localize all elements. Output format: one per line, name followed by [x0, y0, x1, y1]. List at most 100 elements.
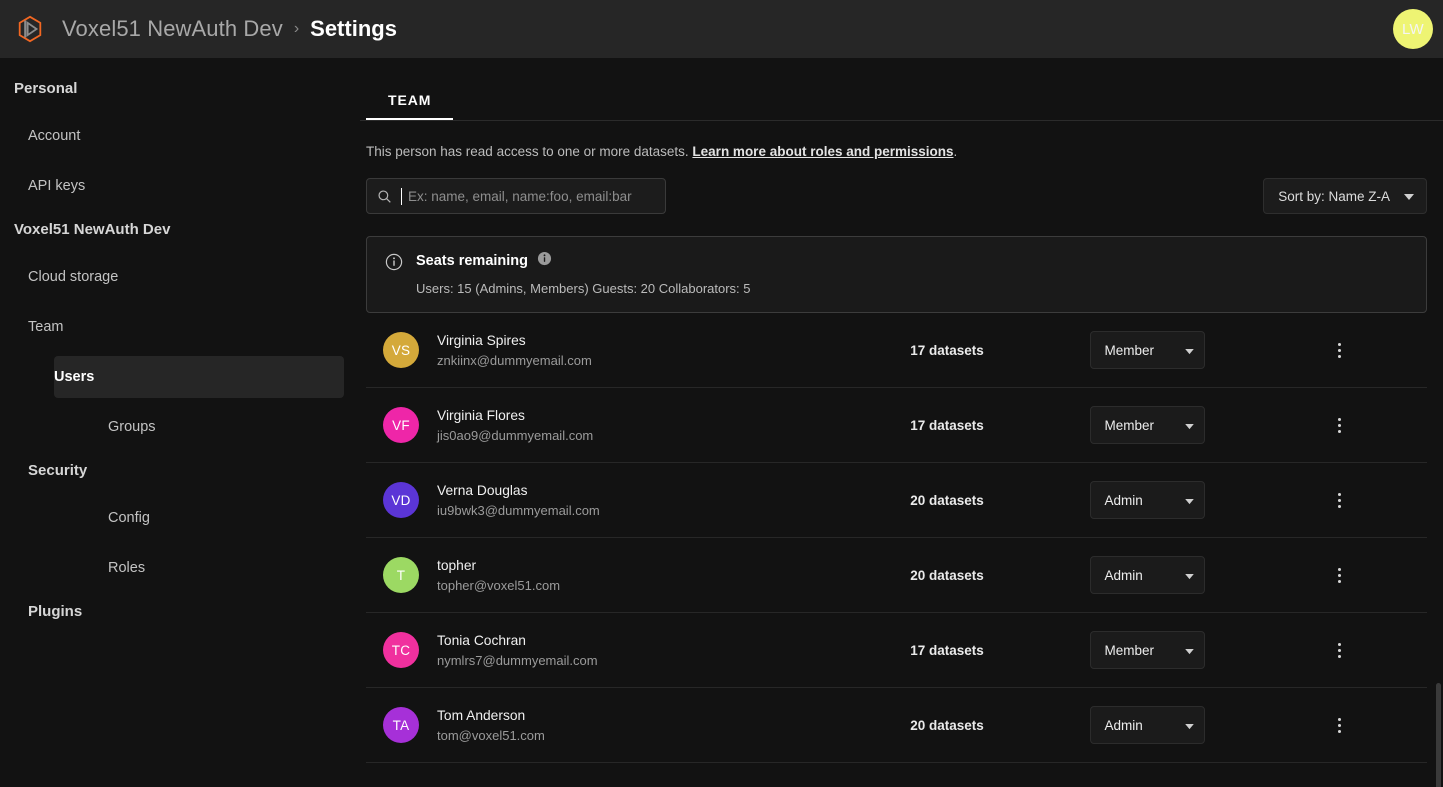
avatar: VF — [383, 407, 419, 443]
role-dropdown[interactable]: Admin — [1089, 706, 1205, 744]
table-row[interactable]: T topher topher@voxel51.com 20 datasets … — [366, 538, 1427, 613]
voxel51-logo-icon[interactable] — [14, 13, 46, 45]
sidebar-item-team[interactable]: Team — [0, 306, 344, 348]
page-description: This person has read access to one or mo… — [360, 121, 1443, 159]
tab-bar: TEAM — [360, 84, 1443, 120]
user-email: jis0ao9@dummyemail.com — [437, 427, 594, 443]
info-filled-icon[interactable] — [537, 251, 552, 270]
user-datasets-count: 20 datasets — [910, 492, 984, 508]
roles-permissions-link[interactable]: Learn more about roles and permissions — [692, 144, 953, 159]
sidebar-section-security: Security — [28, 462, 88, 479]
kebab-menu-icon[interactable] — [1330, 640, 1350, 660]
sidebar-item-label: Account — [28, 128, 81, 144]
user-name: Tom Anderson — [437, 707, 526, 723]
user-email: tom@voxel51.com — [437, 727, 545, 743]
user-datasets-count: 20 datasets — [910, 567, 984, 583]
sidebar-item-roles[interactable]: Roles — [54, 547, 344, 589]
role-dropdown[interactable]: Member — [1089, 331, 1205, 369]
tab-label: TEAM — [388, 92, 432, 108]
user-name: topher — [437, 557, 477, 573]
search-input[interactable]: Ex: name, email, name:foo, email:bar — [366, 178, 666, 214]
user-datasets-count: 20 datasets — [910, 717, 984, 733]
row-menu-cell — [1252, 640, 1427, 660]
sidebar-section-personal: Personal — [14, 80, 78, 97]
user-name: Virginia Flores — [437, 407, 525, 423]
avatar: TC — [383, 632, 419, 668]
user-name: Tonia Cochran — [437, 632, 526, 648]
table-row[interactable]: VF Virginia Flores jis0ao9@dummyemail.co… — [366, 388, 1427, 463]
kebab-menu-icon[interactable] — [1330, 415, 1350, 435]
avatar: TA — [383, 707, 419, 743]
avatar: VD — [383, 482, 419, 518]
user-list: VS Virginia Spires znkiinx@dummyemail.co… — [366, 313, 1427, 763]
sidebar-section-org: Voxel51 NewAuth Dev — [14, 221, 171, 238]
sidebar-item-cloud-storage[interactable]: Cloud storage — [0, 256, 344, 298]
table-row[interactable]: VD Verna Douglas iu9bwk3@dummyemail.com … — [366, 463, 1427, 538]
row-menu-cell — [1252, 415, 1427, 435]
role-cell: Member — [1042, 331, 1252, 369]
user-email: nymlrs7@dummyemail.com — [437, 652, 598, 668]
sidebar-item-label: Team — [28, 319, 64, 335]
table-row[interactable]: TC Tonia Cochran nymlrs7@dummyemail.com … — [366, 613, 1427, 688]
role-dropdown[interactable]: Admin — [1089, 481, 1205, 519]
role-label: Member — [1104, 342, 1155, 358]
user-meta: Verna Douglas iu9bwk3@dummyemail.com — [437, 483, 852, 518]
user-datasets-count: 17 datasets — [910, 642, 984, 658]
tab-team[interactable]: TEAM — [366, 84, 454, 120]
kebab-menu-icon[interactable] — [1330, 340, 1350, 360]
avatar: T — [383, 557, 419, 593]
user-datasets-count: 17 datasets — [910, 342, 984, 358]
description-suffix: . — [953, 144, 958, 159]
app-body: Personal Account API keys Voxel51 NewAut… — [0, 58, 1443, 787]
sidebar-section-plugins[interactable]: Plugins — [0, 603, 360, 620]
chevron-down-icon — [1184, 418, 1194, 433]
sidebar-item-config[interactable]: Config — [54, 497, 344, 539]
table-row[interactable]: TA Tom Anderson tom@voxel51.com 20 datas… — [366, 688, 1427, 763]
chevron-down-icon — [1184, 643, 1194, 658]
row-menu-cell — [1252, 340, 1427, 360]
role-cell: Admin — [1042, 556, 1252, 594]
role-cell: Admin — [1042, 706, 1252, 744]
role-dropdown[interactable]: Admin — [1089, 556, 1205, 594]
sidebar-item-label: Cloud storage — [28, 269, 119, 285]
row-menu-cell — [1252, 715, 1427, 735]
sidebar-item-label: Config — [108, 510, 150, 526]
role-dropdown[interactable]: Member — [1089, 406, 1205, 444]
page-title: Settings — [310, 16, 397, 41]
role-label: Admin — [1104, 567, 1143, 583]
chevron-down-icon — [1184, 493, 1194, 508]
sidebar-item-groups[interactable]: Groups — [54, 406, 344, 448]
seats-remaining-banner: Seats remaining Users: 15 (Admins, Membe… — [366, 236, 1427, 313]
seats-title-row: Seats remaining — [416, 251, 1408, 270]
table-row[interactable]: VS Virginia Spires znkiinx@dummyemail.co… — [366, 313, 1427, 388]
sidebar-item-label: Users — [54, 369, 95, 385]
user-name: Virginia Spires — [437, 332, 526, 348]
vertical-scrollbar[interactable] — [1436, 683, 1441, 787]
breadcrumb: Voxel51 NewAuth Dev › Settings — [62, 16, 397, 42]
sidebar-item-label: API keys — [28, 178, 86, 194]
sort-dropdown[interactable]: Sort by: Name Z-A — [1263, 178, 1427, 214]
app-header: Voxel51 NewAuth Dev › Settings LW — [0, 0, 1443, 58]
breadcrumb-org[interactable]: Voxel51 NewAuth Dev — [62, 16, 283, 42]
row-menu-cell — [1252, 565, 1427, 585]
kebab-menu-icon[interactable] — [1330, 565, 1350, 585]
user-email: iu9bwk3@dummyemail.com — [437, 502, 600, 518]
role-cell: Member — [1042, 631, 1252, 669]
sidebar-item-account[interactable]: Account — [0, 115, 344, 157]
main-content: TEAM This person has read access to one … — [360, 58, 1443, 787]
sidebar-item-api-keys[interactable]: API keys — [0, 165, 344, 207]
user-email: znkiinx@dummyemail.com — [437, 352, 592, 368]
kebab-menu-icon[interactable] — [1330, 715, 1350, 735]
user-meta: Tonia Cochran nymlrs7@dummyemail.com — [437, 633, 852, 668]
avatar: VS — [383, 332, 419, 368]
user-avatar[interactable]: LW — [1393, 9, 1433, 49]
kebab-menu-icon[interactable] — [1330, 490, 1350, 510]
row-menu-cell — [1252, 490, 1427, 510]
sidebar: Personal Account API keys Voxel51 NewAut… — [0, 58, 360, 787]
sidebar-item-users[interactable]: Users — [54, 356, 344, 398]
role-dropdown[interactable]: Member — [1089, 631, 1205, 669]
chevron-down-icon — [1184, 343, 1194, 358]
seats-detail: Users: 15 (Admins, Members) Guests: 20 C… — [416, 281, 751, 296]
chevron-down-icon — [1404, 189, 1414, 204]
user-meta: Tom Anderson tom@voxel51.com — [437, 708, 852, 743]
